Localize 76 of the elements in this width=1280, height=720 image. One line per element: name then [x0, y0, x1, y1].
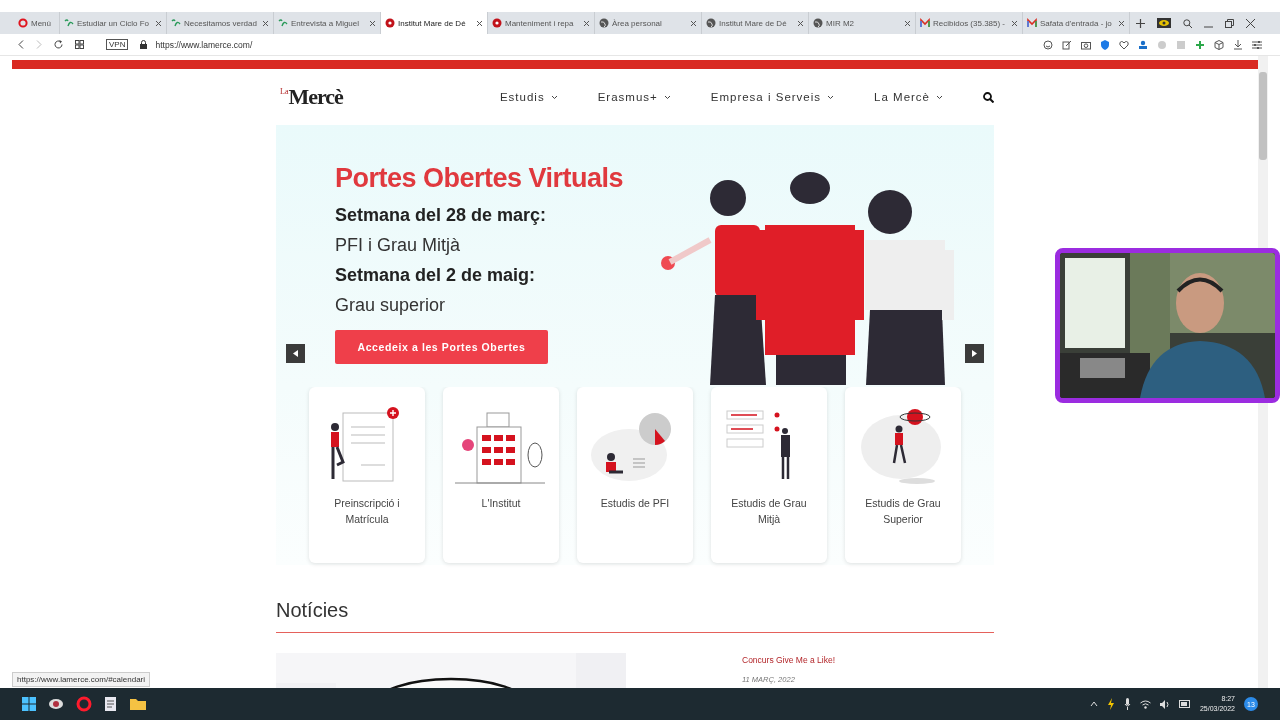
hero-text: Grau superior	[335, 294, 447, 317]
close-icon[interactable]	[1011, 19, 1018, 27]
browser-tab[interactable]: Institut Mare de Dé	[381, 12, 488, 34]
nav-menu-item[interactable]: Erasmus+	[597, 91, 671, 103]
speaker-icon[interactable]	[1159, 699, 1170, 709]
nav-menu-item[interactable]: Estudis	[499, 91, 558, 103]
mail-icon	[920, 18, 930, 28]
address-field[interactable]: https://www.lamerce.com/	[155, 39, 253, 50]
reload-icon[interactable]	[54, 40, 63, 49]
mail-icon	[1027, 18, 1037, 28]
nav-menu-item[interactable]: Empresa i Serveis	[710, 91, 835, 103]
notepad-icon[interactable]	[104, 696, 118, 712]
left-arrow-icon	[293, 350, 298, 357]
eye-icon[interactable]	[1157, 18, 1171, 28]
close-icon[interactable]	[476, 19, 483, 27]
globe-icon	[813, 18, 823, 28]
caret-icon	[550, 94, 558, 100]
grid-icon[interactable]	[75, 40, 84, 49]
close-icon[interactable]	[690, 19, 697, 27]
edit-icon[interactable]	[1062, 39, 1072, 50]
opera-icon	[18, 18, 28, 28]
close-icon[interactable]	[583, 19, 590, 27]
close-icon[interactable]	[797, 19, 804, 27]
close-icon[interactable]	[1246, 18, 1255, 28]
back-icon[interactable]	[18, 40, 24, 49]
open-house-button[interactable]: Accedeix a les Portes Obertes	[335, 330, 548, 364]
cube-icon[interactable]	[1214, 39, 1224, 50]
globe-icon	[599, 18, 609, 28]
previous-slide-button[interactable]	[286, 344, 305, 363]
battery-icon[interactable]	[1178, 700, 1191, 708]
microphone-icon[interactable]	[1123, 698, 1131, 710]
link-card[interactable]: L'Institut	[443, 387, 559, 563]
link-card[interactable]: Estudis de Grau Superior	[845, 387, 961, 563]
opera-icon[interactable]	[76, 696, 92, 712]
close-icon[interactable]	[155, 19, 162, 27]
scrollbar-thumb[interactable]	[1259, 72, 1267, 160]
plus-icon[interactable]	[1136, 18, 1145, 28]
hero-title: Portes Obertes Virtuals	[335, 163, 625, 194]
eye-icon[interactable]	[48, 697, 64, 711]
download-icon[interactable]	[1233, 39, 1243, 50]
folder-icon[interactable]	[130, 697, 146, 711]
smiley-icon[interactable]	[1043, 39, 1053, 50]
close-icon[interactable]	[262, 19, 269, 27]
shield-icon[interactable]	[1100, 39, 1110, 50]
section-heading: Notícies	[276, 599, 994, 633]
status-url: https://www.lamerce.com/#calendari	[12, 672, 151, 687]
news-title-link[interactable]: Concurs Give Me a Like!	[742, 655, 836, 665]
bolt-icon[interactable]	[1106, 698, 1115, 710]
caret-icon	[827, 94, 835, 100]
heart-icon[interactable]	[1119, 39, 1129, 50]
nav-menu-item[interactable]: La Mercè	[874, 91, 943, 103]
close-icon[interactable]	[1118, 19, 1125, 27]
search-icon[interactable]	[1183, 18, 1192, 28]
settings-icon[interactable]	[1252, 39, 1262, 50]
restore-icon[interactable]	[1225, 18, 1234, 28]
vpn-badge[interactable]: VPN	[106, 39, 129, 50]
hero-text: Setmana del 2 de maig:	[335, 264, 537, 287]
caret-icon	[663, 94, 671, 100]
hero-text: PFI i Grau Mitjà	[335, 234, 462, 257]
hero-text: Setmana del 28 de març:	[335, 204, 548, 227]
camera-icon[interactable]	[1081, 39, 1091, 50]
search-icon[interactable]	[983, 91, 994, 103]
link-card[interactable]: Preinscripció i Matrícula	[309, 387, 425, 563]
close-icon[interactable]	[904, 19, 911, 27]
link-card[interactable]: Estudis de PFI	[577, 387, 693, 563]
person-icon[interactable]	[1138, 39, 1148, 50]
caret-up-icon[interactable]	[1089, 701, 1098, 707]
wifi-icon[interactable]	[1139, 699, 1151, 709]
next-slide-button[interactable]	[965, 344, 984, 363]
caret-icon	[936, 94, 943, 100]
globe-icon	[706, 18, 716, 28]
link-card[interactable]: Estudis de Grau Mitjà	[711, 387, 827, 563]
lock-icon	[140, 40, 148, 49]
windows-icon[interactable]	[22, 697, 36, 711]
right-arrow-icon	[972, 350, 977, 357]
close-icon[interactable]	[369, 19, 376, 27]
